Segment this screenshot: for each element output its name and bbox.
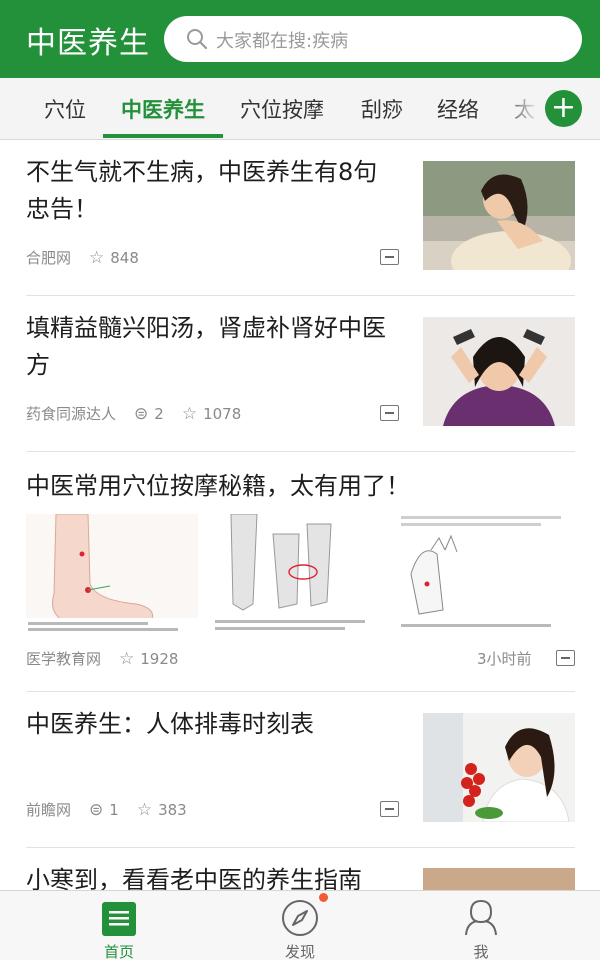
comment-icon: ⊜ [89, 799, 104, 820]
nav-me-label: 我 [473, 943, 489, 960]
feed-item-time: 3小时前 [477, 650, 532, 668]
feed-item-title[interactable]: 填精益髓兴阳汤，肾虚补肾好中医方 [26, 310, 401, 384]
nav-discover-label: 发现 [284, 943, 315, 960]
feed-item[interactable]: 不生气就不生病，中医养生有8句忠告！ 合肥网 ☆ 848 [0, 140, 600, 295]
star-icon: ☆ [136, 799, 153, 820]
star-icon: ☆ [119, 648, 135, 669]
hand-acupoint-diagram [401, 514, 575, 638]
search-placeholder: 大家都在搜:疾病 [216, 31, 349, 52]
tab-xuewei[interactable]: 穴位 [44, 94, 86, 124]
star-count: ☆ 383 [136, 799, 187, 820]
feed-item-title[interactable]: 不生气就不生病，中医养生有8句忠告！ [26, 154, 401, 228]
tab-guasha[interactable]: 刮痧 [361, 94, 403, 124]
feed-item-source: 合肥网 [26, 249, 72, 267]
active-tab-indicator [103, 134, 223, 138]
plus-icon: + [550, 90, 577, 125]
user-icon [465, 899, 497, 936]
news-feed[interactable]: 不生气就不生病，中医养生有8句忠告！ 合肥网 ☆ 848 填精益髓兴阳汤，肾虚补肾… [0, 140, 600, 890]
nav-home-label: 首页 [103, 943, 134, 960]
top-bar: 中医养生 大家都在搜:疾病 [0, 0, 600, 78]
star-count: ☆ 848 [89, 247, 139, 268]
tab-zhongyi-yangsheng[interactable]: 中医养生 [121, 94, 205, 124]
feed-item-meta: 药食同源达人 ⊜ 2 ☆ 1078 [26, 403, 259, 424]
woman-headache-photo [423, 317, 575, 426]
star-icon: ☆ [181, 403, 198, 424]
tab-jingluo[interactable]: 经络 [437, 94, 479, 124]
feed-item[interactable]: 中医常用穴位按摩秘籍，太有用了！ 医学教育网 ☆ 1928 3小时前 [0, 452, 600, 692]
feed-item-meta: 前瞻网 ⊜ 1 ☆ 383 [26, 799, 205, 820]
bottom-nav: 首页 发现 我 [0, 890, 600, 960]
tab-xuewei-anmo[interactable]: 穴位按摩 [240, 94, 324, 124]
dismiss-button[interactable] [556, 650, 575, 666]
feed-item-source: 前瞻网 [26, 801, 72, 819]
comment-count: ⊜ 1 [89, 799, 119, 820]
feed-item-title[interactable]: 中医常用穴位按摩秘籍，太有用了！ [26, 468, 575, 505]
leg-acupoint-diagram [213, 513, 386, 638]
home-list-icon [102, 902, 136, 936]
feed-item[interactable]: 填精益髓兴阳汤，肾虚补肾好中医方 药食同源达人 ⊜ 2 ☆ 1078 [0, 296, 600, 452]
star-icon: ☆ [89, 247, 105, 268]
feed-item-meta: 医学教育网 ☆ 1928 [26, 648, 196, 669]
feed-item-meta: 合肥网 ☆ 848 [26, 247, 157, 268]
feed-item-source: 医学教育网 [26, 650, 102, 668]
compass-icon [282, 900, 318, 936]
nav-discover[interactable]: 发现 [240, 891, 360, 960]
feed-item-title[interactable]: 小寒到，看看老中医的养生指南 [26, 862, 401, 890]
woman-tomatoes-photo [423, 713, 575, 822]
notification-badge [319, 893, 328, 902]
foot-acupoint-diagram [26, 513, 198, 638]
app-title: 中医养生 [26, 26, 150, 61]
dismiss-button[interactable] [380, 801, 399, 817]
add-channel-button[interactable]: + [545, 90, 582, 127]
feed-item-title[interactable]: 中医养生：人体排毒时刻表 [26, 706, 401, 743]
feed-item-source: 药食同源达人 [26, 405, 117, 423]
star-count: ☆ 1928 [119, 648, 179, 669]
woman-neck-pain-photo [423, 161, 575, 270]
feed-item[interactable]: 中医养生：人体排毒时刻表 前瞻网 ⊜ 1 ☆ 383 [0, 692, 600, 847]
nav-me[interactable]: 我 [421, 891, 541, 960]
search-input[interactable]: 大家都在搜:疾病 [164, 16, 582, 62]
comment-icon: ⊜ [134, 403, 149, 424]
feed-item[interactable]: 小寒到，看看老中医的养生指南 [0, 848, 600, 890]
feed-item-thumbnail [423, 868, 575, 890]
dismiss-button[interactable] [380, 249, 399, 265]
nav-home[interactable]: 首页 [59, 891, 179, 960]
search-icon [187, 29, 208, 50]
comment-count: ⊜ 2 [134, 403, 164, 424]
star-count: ☆ 1078 [181, 403, 242, 424]
dismiss-button[interactable] [380, 405, 399, 421]
